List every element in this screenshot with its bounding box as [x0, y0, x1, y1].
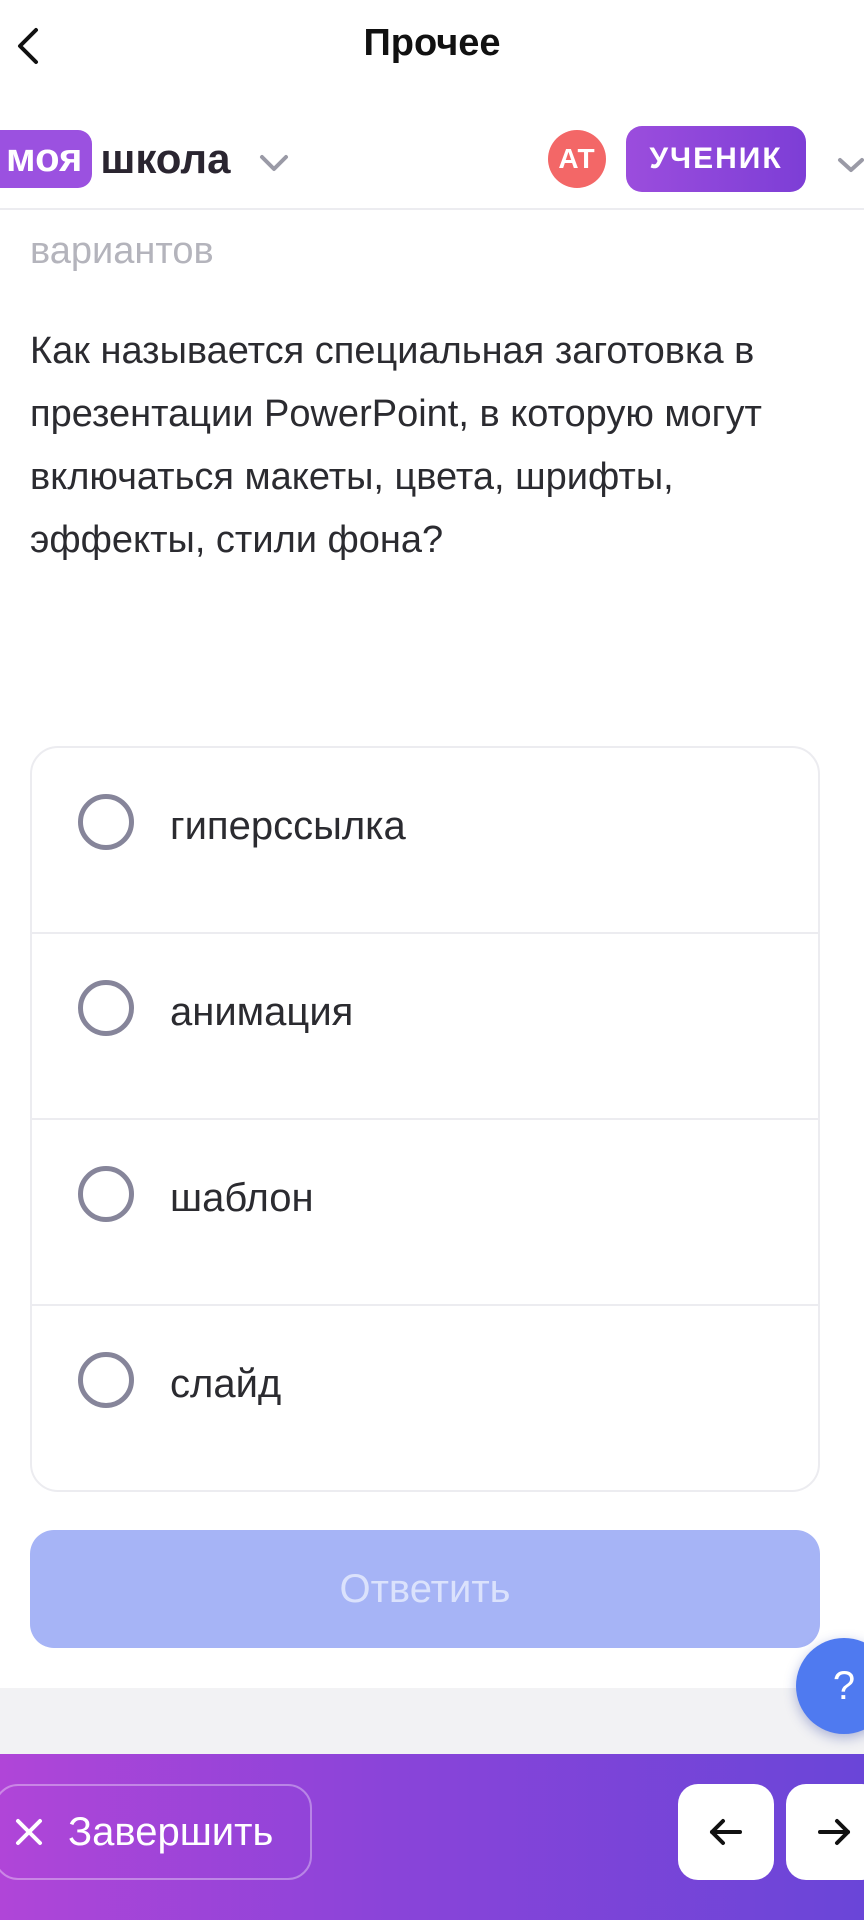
bottom-action-bar: Завершить	[0, 1754, 864, 1920]
chevron-down-icon[interactable]	[836, 156, 864, 176]
brand-logo-text: школа	[100, 135, 231, 182]
question-card: вариантов Как называется специальная заг…	[0, 210, 864, 1688]
answer-option-label: шаблон	[170, 1176, 314, 1220]
answer-options: гиперссылка анимация шаблон слайд	[30, 746, 820, 1492]
previous-question-button[interactable]	[678, 1784, 774, 1880]
arrow-right-icon	[818, 1819, 850, 1845]
radio-button[interactable]	[78, 794, 134, 850]
answer-option-label: слайд	[170, 1362, 282, 1406]
next-question-button[interactable]	[786, 1784, 864, 1880]
question-text: Как называется специальная заготовка в п…	[30, 330, 762, 561]
radio-button[interactable]	[78, 980, 134, 1036]
close-icon	[16, 1819, 42, 1845]
chevron-down-icon	[260, 155, 289, 171]
avatar[interactable]: AT	[548, 130, 606, 188]
answer-option[interactable]: шаблон	[32, 1120, 818, 1306]
question-hint: вариантов	[30, 230, 214, 272]
brand-switcher[interactable]: моя школа	[0, 130, 290, 188]
finish-button-label: Завершить	[68, 1809, 274, 1854]
top-nav-bar: Прочее	[0, 0, 864, 96]
finish-button[interactable]: Завершить	[0, 1784, 312, 1880]
answer-option-label: гиперссылка	[170, 804, 406, 848]
answer-option[interactable]: слайд	[32, 1306, 818, 1490]
page-title: Прочее	[363, 22, 501, 64]
answer-option-label: анимация	[170, 990, 354, 1034]
app-header: моя школа AT УЧЕНИК	[0, 96, 864, 210]
submit-answer-button[interactable]: Ответить	[30, 1530, 820, 1648]
arrow-left-icon	[710, 1819, 742, 1845]
answer-option[interactable]: гиперссылка	[32, 748, 818, 934]
role-badge[interactable]: УЧЕНИК	[626, 126, 806, 192]
answer-option[interactable]: анимация	[32, 934, 818, 1120]
radio-button[interactable]	[78, 1166, 134, 1222]
radio-button[interactable]	[78, 1352, 134, 1408]
brand-logo-pill: моя	[0, 130, 93, 188]
